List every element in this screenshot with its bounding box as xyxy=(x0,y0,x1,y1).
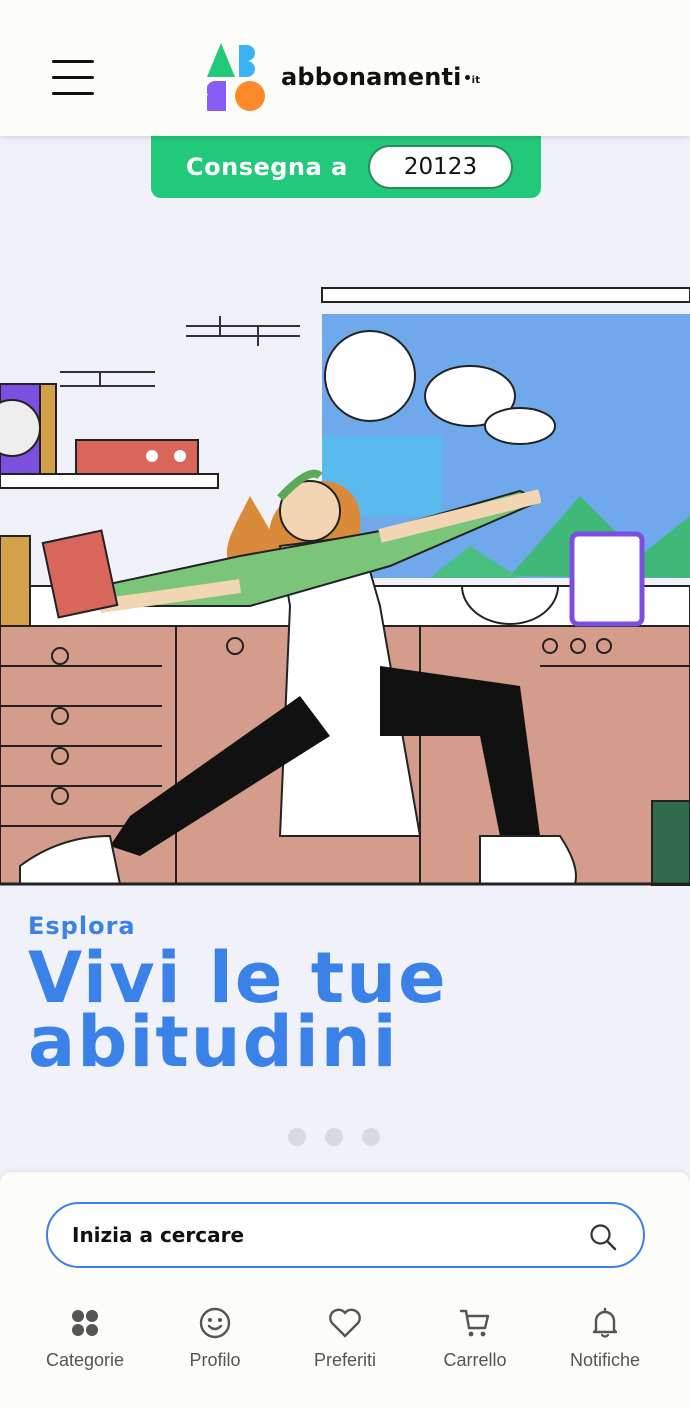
bell-icon xyxy=(592,1307,618,1338)
nav-item-profilo[interactable]: Profilo xyxy=(150,1306,280,1371)
nav-item-categorie[interactable]: Categorie xyxy=(20,1306,150,1371)
nav-item-preferiti[interactable]: Preferiti xyxy=(280,1306,410,1371)
nav-label: Profilo xyxy=(189,1350,241,1370)
bottom-navigation: Categorie Profilo Preferiti Carrello Not… xyxy=(20,1306,670,1371)
logo[interactable]: abbonamenti it xyxy=(207,42,480,112)
nav-label: Notifiche xyxy=(569,1350,641,1370)
delivery-bar[interactable]: Consegna a 20123 xyxy=(151,136,541,198)
hamburger-icon[interactable] xyxy=(52,58,94,98)
nav-label: Preferiti xyxy=(313,1350,376,1370)
search-bar[interactable] xyxy=(46,1202,645,1268)
bottom-panel: Categorie Profilo Preferiti Carrello xyxy=(0,1172,690,1408)
hero-illustration xyxy=(0,136,690,886)
nav-label: Categorie xyxy=(45,1350,125,1370)
grid-icon xyxy=(72,1310,98,1336)
carousel-dot[interactable] xyxy=(325,1128,343,1146)
hero-eyebrow: Esplora xyxy=(28,912,136,940)
nav-item-carrello[interactable]: Carrello xyxy=(410,1306,540,1371)
app-header: abbonamenti it xyxy=(0,0,690,136)
nav-label: Carrello xyxy=(443,1350,507,1370)
logo-mark-icon xyxy=(207,43,265,111)
carousel-pagination xyxy=(288,1128,380,1146)
hero-title: Vivi le tue abitudini xyxy=(28,937,448,1083)
logo-text: abbonamenti it xyxy=(281,63,481,91)
smiley-icon xyxy=(199,1307,231,1339)
carousel-dot[interactable] xyxy=(288,1128,306,1146)
delivery-label: Consegna a xyxy=(186,153,348,181)
zip-code-field[interactable]: 20123 xyxy=(368,145,513,189)
heart-icon xyxy=(329,1308,361,1338)
cart-icon xyxy=(459,1309,490,1337)
search-icon[interactable] xyxy=(589,1223,617,1251)
carousel-dot[interactable] xyxy=(362,1128,380,1146)
search-input[interactable] xyxy=(72,1223,552,1247)
nav-item-notifiche[interactable]: Notifiche xyxy=(540,1306,670,1371)
